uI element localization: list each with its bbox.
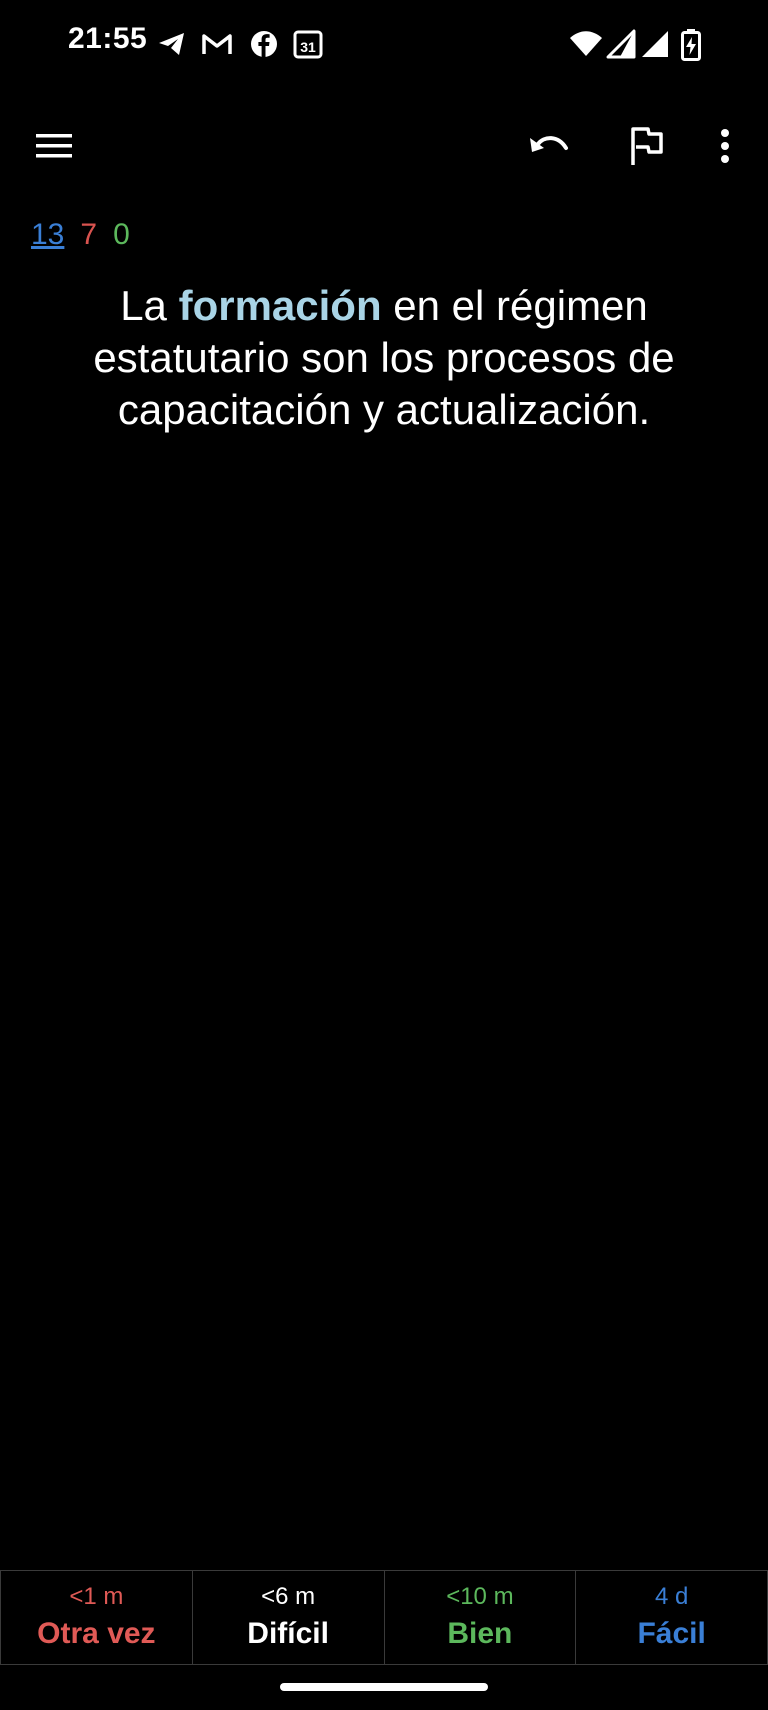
undo-icon <box>528 130 572 167</box>
status-time: 21:55 <box>68 22 148 55</box>
telegram-icon <box>156 28 188 60</box>
more-options-button[interactable] <box>697 120 753 176</box>
flag-button[interactable] <box>618 120 674 176</box>
calendar-day: 31 <box>300 39 316 55</box>
status-bar: 21:55 31 <box>0 0 768 90</box>
hard-interval: <6 m <box>261 1582 316 1610</box>
hard-label: Difícil <box>247 1616 329 1650</box>
menu-icon <box>34 131 74 166</box>
toolbar <box>0 100 768 196</box>
new-count: 13 <box>31 218 65 251</box>
card-counts: 13 7 0 <box>31 218 130 252</box>
easy-label: Fácil <box>637 1616 706 1650</box>
review-count: 0 <box>113 218 130 251</box>
good-label: Bien <box>447 1616 513 1650</box>
hard-button[interactable]: <6 m Difícil <box>191 1571 384 1665</box>
battery-charging-icon <box>680 28 702 61</box>
signal-icon <box>606 28 636 60</box>
wifi-icon <box>568 28 604 60</box>
gmail-icon <box>200 28 234 60</box>
gesture-nav-handle[interactable] <box>280 1683 488 1691</box>
facebook-icon <box>248 28 280 60</box>
easy-interval: 4 d <box>654 1582 689 1610</box>
learning-count: 7 <box>80 218 98 251</box>
calendar-icon: 31 <box>292 28 324 60</box>
again-label: Otra vez <box>37 1616 156 1650</box>
easy-button[interactable]: 4 d Fácil <box>575 1571 768 1665</box>
card-text-before: La <box>120 282 179 329</box>
card-question: La formación en el régimen estatutario s… <box>40 280 728 436</box>
again-button[interactable]: <1 m Otra vez <box>0 1571 192 1665</box>
flag-icon <box>626 125 666 172</box>
answer-buttons: <1 m Otra vez <6 m Difícil <10 m Bien 4 … <box>0 1570 768 1665</box>
again-interval: <1 m <box>69 1582 124 1610</box>
undo-button[interactable] <box>522 120 578 176</box>
signal-icon <box>640 28 670 60</box>
more-vert-icon <box>719 128 731 169</box>
cloze-word: formación <box>178 282 382 329</box>
good-button[interactable]: <10 m Bien <box>383 1571 576 1665</box>
menu-button[interactable] <box>26 120 82 176</box>
good-interval: <10 m <box>446 1582 514 1610</box>
